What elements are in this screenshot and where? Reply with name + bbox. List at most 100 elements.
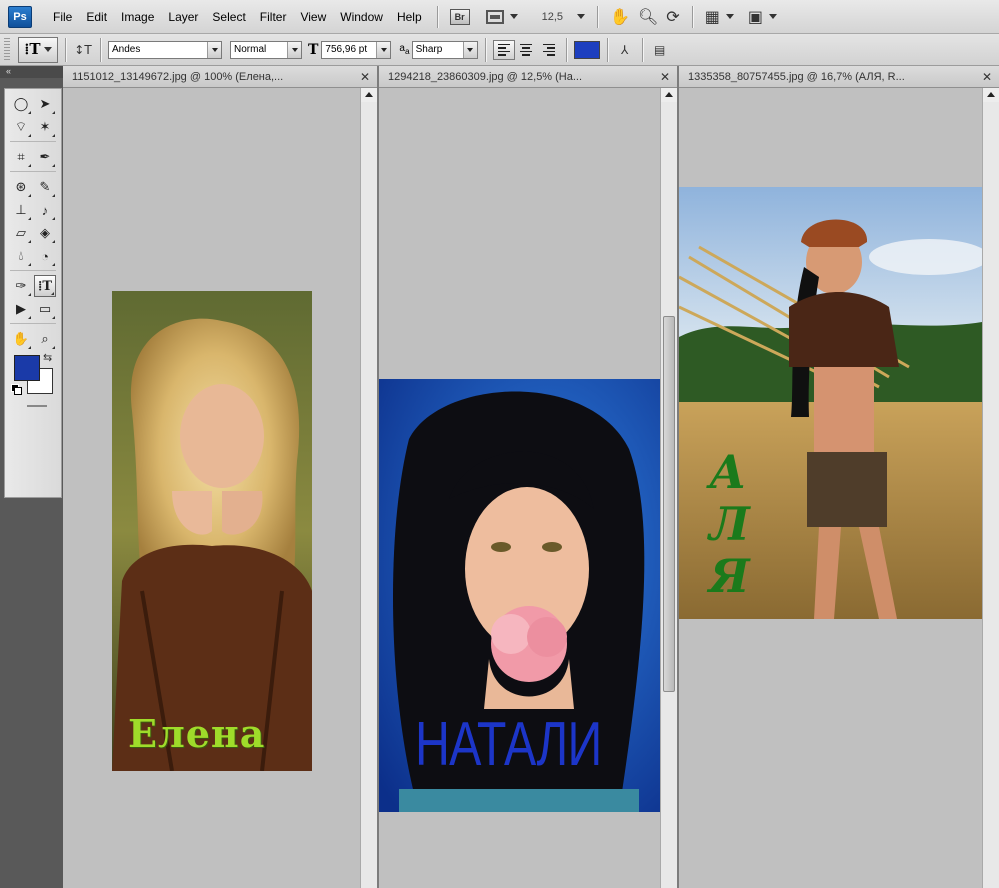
document-tab-1[interactable]: 1151012_13149672.jpg @ 100% (Елена,... ✕ xyxy=(63,66,377,88)
align-center-button[interactable] xyxy=(515,40,537,60)
zoom-tool-button[interactable]: 🔍︎ xyxy=(634,6,662,28)
font-size-icon: T xyxy=(308,41,319,58)
font-size-value: 756,96 pt xyxy=(325,44,368,55)
antialias-icon: aa xyxy=(399,43,410,56)
tools-panel: ◯ ➤ ⌔ ✶ ⌗ ✒ ⊛ ✎ ⊥ ♪ ▱ ◈ 💧︎ ◔ ✑ ⁞T ▶ ▭ ✋ … xyxy=(4,88,62,498)
magic-wand-tool[interactable]: ✶ xyxy=(34,116,56,138)
hand-tool-button[interactable]: ✋ xyxy=(606,6,634,28)
eyedropper-icon: ✒ xyxy=(39,149,51,164)
document-window-3: 1335358_80757455.jpg @ 16,7% (АЛЯ, R... … xyxy=(679,66,999,888)
font-size-select[interactable]: 756,96 pt xyxy=(321,40,392,59)
zoom-tool[interactable]: ⌕ xyxy=(34,328,56,350)
align-left-button[interactable] xyxy=(492,39,515,60)
brush-icon: ✎ xyxy=(39,179,51,194)
blur-tool[interactable]: 💧︎ xyxy=(10,245,32,267)
warp-text-button[interactable]: ⅄ xyxy=(615,43,635,57)
options-separator xyxy=(484,37,486,62)
screen-mode-button[interactable]: ▣ xyxy=(744,6,781,28)
rectangle-icon: ▭ xyxy=(38,301,52,316)
arrange-documents-button[interactable]: ▦ xyxy=(701,6,738,28)
vertical-scrollbar-2[interactable] xyxy=(660,88,677,888)
pen-tool[interactable]: ✑ xyxy=(10,275,32,297)
close-icon[interactable]: ✕ xyxy=(357,70,373,84)
minibridge-button[interactable] xyxy=(482,6,522,28)
options-bar-grip[interactable] xyxy=(4,37,10,62)
menu-bar: Ps File Edit Image Layer Select Filter V… xyxy=(0,0,999,34)
marquee-tool[interactable]: ◯ xyxy=(10,93,32,115)
menu-filter[interactable]: Filter xyxy=(253,0,294,34)
lasso-tool[interactable]: ⌔ xyxy=(10,116,32,138)
photo-alya: А Л Я xyxy=(679,187,982,619)
clone-stamp-tool[interactable]: ⊥ xyxy=(10,199,32,221)
stamp-icon: ⊥ xyxy=(15,202,27,217)
menu-file[interactable]: File xyxy=(46,0,79,34)
default-colors-icon[interactable] xyxy=(11,384,22,395)
text-color-swatch[interactable] xyxy=(573,40,600,59)
move-icon: ➤ xyxy=(39,96,51,111)
menu-window[interactable]: Window xyxy=(333,0,390,34)
menu-image[interactable]: Image xyxy=(114,0,161,34)
paint-bucket-tool[interactable]: ◈ xyxy=(34,222,56,244)
antialias-select[interactable]: Sharp xyxy=(411,40,478,59)
document-tab-2[interactable]: 1294218_23860309.jpg @ 12,5% (На... ✕ xyxy=(379,66,677,88)
swap-colors-icon[interactable]: ⇆ xyxy=(43,351,52,364)
type-tool[interactable]: ⁞T xyxy=(34,275,56,297)
text-orientation-button[interactable]: ↕T xyxy=(73,43,93,57)
scroll-up-arrow-icon[interactable] xyxy=(361,88,377,102)
healing-brush-tool[interactable]: ⊛ xyxy=(10,176,32,198)
alya-caption-letter-2: Л xyxy=(709,497,750,551)
menu-layer[interactable]: Layer xyxy=(161,0,205,34)
chevron-down-icon xyxy=(376,41,391,58)
brush-tool[interactable]: ✎ xyxy=(34,176,56,198)
align-right-button[interactable] xyxy=(537,40,559,60)
canvas-area-1: Елена xyxy=(63,88,360,888)
quick-mask-button[interactable] xyxy=(27,405,47,407)
vertical-scrollbar-1[interactable] xyxy=(360,88,377,888)
menu-edit[interactable]: Edit xyxy=(79,0,114,34)
scroll-up-arrow-icon[interactable] xyxy=(661,88,677,102)
font-style-select[interactable]: Normal xyxy=(230,40,302,59)
toolbox-header[interactable]: « xyxy=(0,66,63,78)
history-brush-tool[interactable]: ♪ xyxy=(34,199,56,221)
zoom-icon: ⌕ xyxy=(41,331,49,346)
character-panel-button[interactable]: ▤ xyxy=(650,43,670,57)
vertical-type-icon: ⁞T xyxy=(37,279,52,294)
chevron-down-icon xyxy=(768,14,777,19)
foreground-color-swatch[interactable] xyxy=(14,355,40,381)
close-icon[interactable]: ✕ xyxy=(979,70,995,84)
bridge-button[interactable]: Br xyxy=(446,6,474,28)
toolbox: ◯ ➤ ⌔ ✶ ⌗ ✒ ⊛ ✎ ⊥ ♪ ▱ ◈ 💧︎ ◔ ✑ ⁞T ▶ ▭ ✋ … xyxy=(0,78,63,888)
antialias-value: Sharp xyxy=(415,44,443,55)
shape-tool[interactable]: ▭ xyxy=(34,298,56,320)
zoom-level-dropdown[interactable]: 12,5 xyxy=(522,6,589,28)
font-family-select[interactable]: Andes xyxy=(108,40,222,59)
text-orientation-icon: ↕T xyxy=(74,42,92,57)
scroll-up-arrow-icon[interactable] xyxy=(983,88,999,102)
canvas-area-3: А Л Я xyxy=(679,88,982,888)
dodge-tool[interactable]: ◔ xyxy=(34,245,56,267)
menu-separator xyxy=(436,5,438,28)
chevron-down-icon xyxy=(509,14,518,19)
chevron-down-icon xyxy=(287,41,301,58)
document-title-2: 1294218_23860309.jpg @ 12,5% (На... xyxy=(388,70,583,83)
ellipse-marquee-icon: ◯ xyxy=(13,96,29,111)
rotate-view-button[interactable]: ⟳ xyxy=(662,6,683,28)
vertical-scrollbar-3[interactable] xyxy=(982,88,999,888)
eraser-tool[interactable]: ▱ xyxy=(10,222,32,244)
bridge-icon: Br xyxy=(449,8,470,25)
paint-bucket-icon: ◈ xyxy=(40,225,50,240)
document-tab-3[interactable]: 1335358_80757455.jpg @ 16,7% (АЛЯ, R... … xyxy=(679,66,999,88)
hand-tool[interactable]: ✋ xyxy=(10,328,32,350)
crop-tool[interactable]: ⌗ xyxy=(10,146,32,168)
alya-caption-letter-1: А xyxy=(709,445,747,499)
menu-select[interactable]: Select xyxy=(205,0,252,34)
eyedropper-tool[interactable]: ✒ xyxy=(34,146,56,168)
menu-view[interactable]: View xyxy=(293,0,333,34)
menu-help[interactable]: Help xyxy=(390,0,429,34)
path-selection-tool[interactable]: ▶ xyxy=(10,298,32,320)
scrollbar-thumb[interactable] xyxy=(663,316,675,692)
close-icon[interactable]: ✕ xyxy=(657,70,673,84)
move-tool[interactable]: ➤ xyxy=(34,93,56,115)
magnifier-icon: 🔍︎ xyxy=(637,8,659,26)
tool-preset-picker[interactable]: ⁞T xyxy=(18,36,58,63)
